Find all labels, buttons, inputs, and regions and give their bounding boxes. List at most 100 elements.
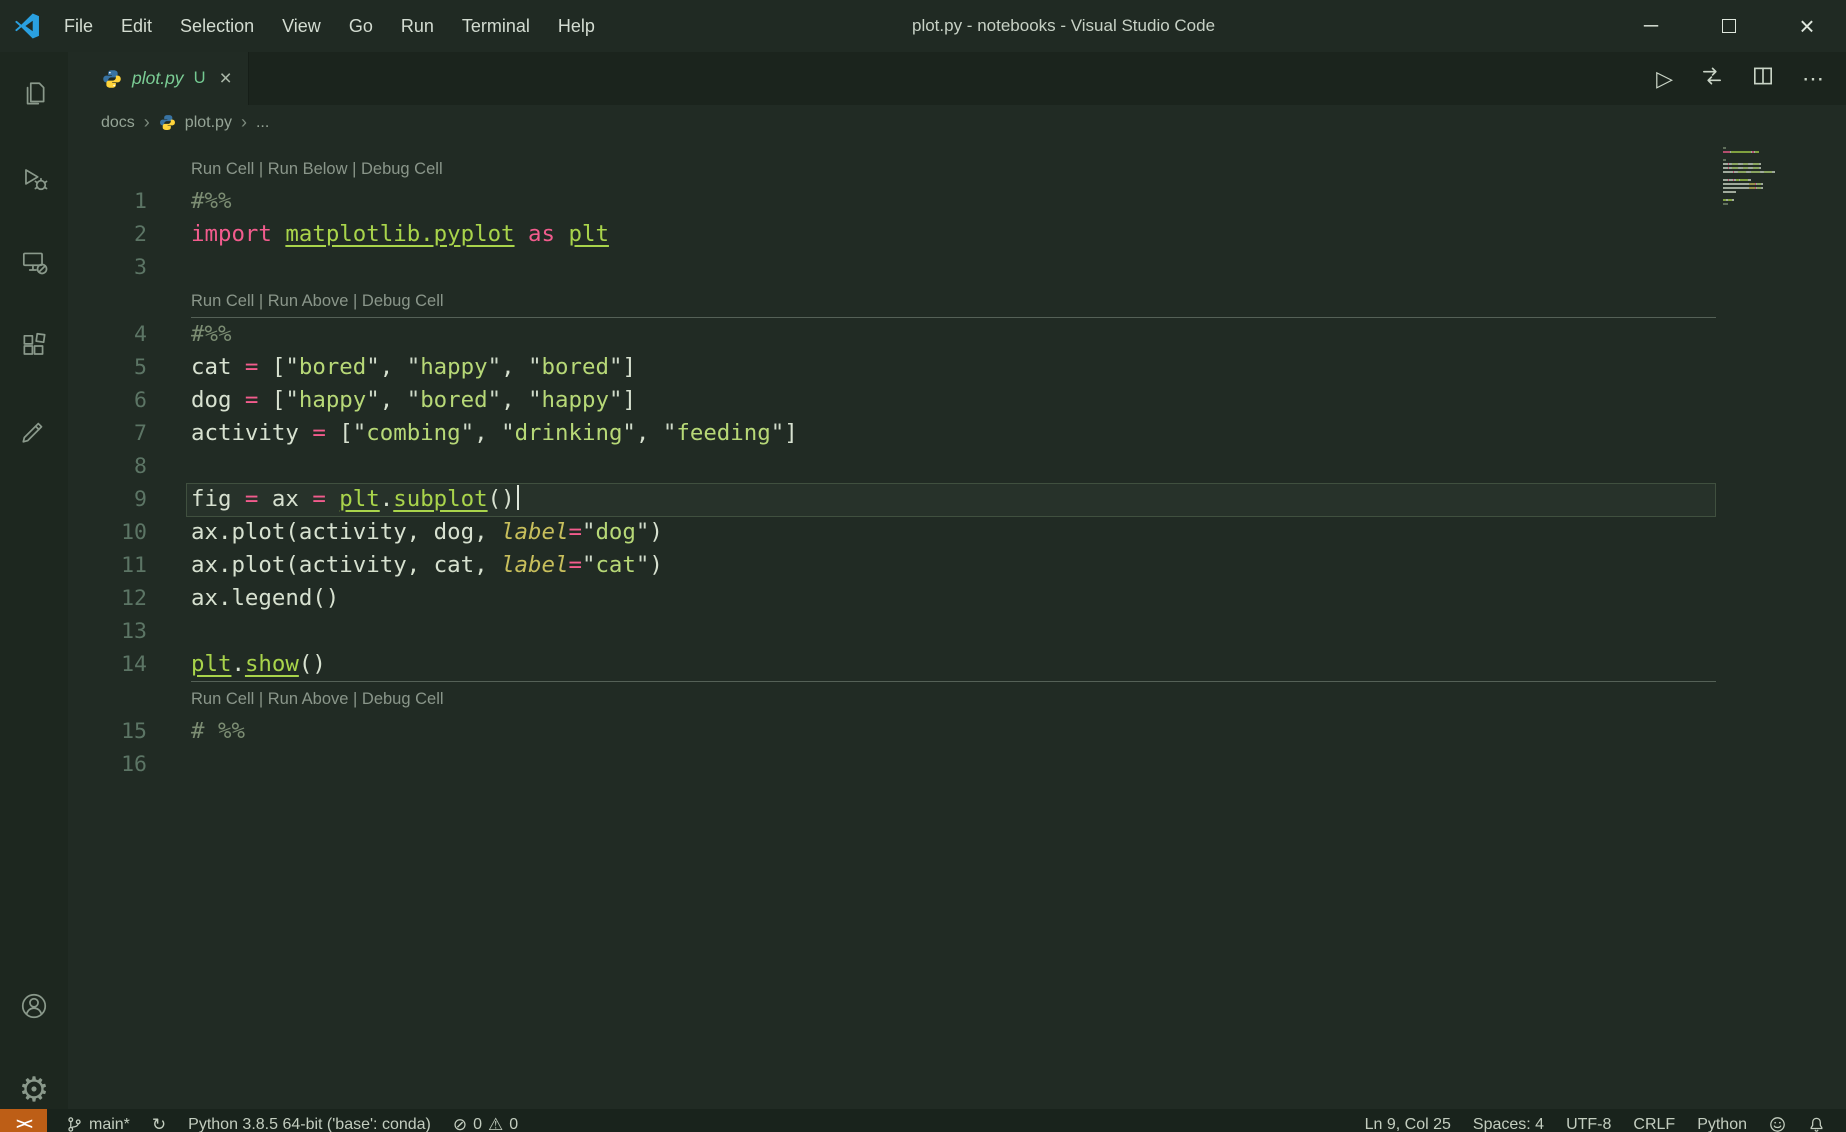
code-line[interactable]: 8 <box>68 450 1846 483</box>
code-line[interactable]: 10ax.plot(activity, dog, label="dog") <box>68 516 1846 549</box>
code-token: " <box>501 420 514 446</box>
more-actions-icon[interactable]: ⋯ <box>1802 68 1824 90</box>
minimize-button[interactable]: ─ <box>1612 0 1690 52</box>
problems-indicator[interactable]: ⊘ 0 ⚠ 0 <box>442 1109 529 1132</box>
menu-go[interactable]: Go <box>335 0 387 52</box>
line-number[interactable]: 1 <box>68 185 147 218</box>
extensions-icon <box>19 331 49 361</box>
code-line[interactable]: 1#%% <box>68 185 1846 218</box>
code-token: " <box>488 354 501 380</box>
language-mode[interactable]: Python <box>1686 1109 1758 1132</box>
menu-edit[interactable]: Edit <box>107 0 166 52</box>
line-number[interactable]: 2 <box>68 218 147 251</box>
line-number[interactable]: 16 <box>68 748 147 781</box>
split-editor-icon[interactable] <box>1751 64 1775 93</box>
bell-icon <box>1808 1116 1825 1132</box>
code-line[interactable]: 5cat = ["bored", "happy", "bored"] <box>68 351 1846 384</box>
activity-remote-explorer[interactable] <box>0 220 68 304</box>
encoding[interactable]: UTF-8 <box>1555 1109 1622 1132</box>
indentation[interactable]: Spaces: 4 <box>1462 1109 1555 1132</box>
code-line[interactable]: 12ax.legend() <box>68 582 1846 615</box>
editor-actions: ▷ ⋯ <box>1656 64 1846 93</box>
breadcrumb-symbol[interactable]: ... <box>256 114 269 132</box>
minimap[interactable] <box>1723 147 1813 211</box>
open-changes-icon[interactable] <box>1700 64 1724 93</box>
tab-close-icon[interactable]: × <box>219 68 231 89</box>
code-line[interactable]: 9fig = ax = plt.subplot() <box>68 483 1846 516</box>
status-bar: >< main* ↻ Python 3.8.5 64-bit ('base': … <box>0 1109 1846 1132</box>
run-file-icon[interactable]: ▷ <box>1656 68 1673 90</box>
code-token: combing <box>366 420 460 446</box>
code-line[interactable]: 14plt.show() <box>68 648 1846 681</box>
line-content: cat = ["bored", "happy", "bored"] <box>147 351 636 384</box>
cursor-position[interactable]: Ln 9, Col 25 <box>1354 1109 1462 1132</box>
code-line[interactable]: 6dog = ["happy", "bored", "happy"] <box>68 384 1846 417</box>
line-number[interactable]: 3 <box>68 251 147 284</box>
minimap-line <box>1723 159 1813 161</box>
close-button[interactable]: × <box>1768 0 1846 52</box>
line-number[interactable]: 15 <box>68 715 147 748</box>
menu-terminal[interactable]: Terminal <box>448 0 544 52</box>
code-line[interactable]: 4 #%% <box>68 318 1846 351</box>
code-line[interactable]: 13 <box>68 615 1846 648</box>
activity-account[interactable] <box>0 964 68 1048</box>
line-content: dog = ["happy", "bored", "happy"] <box>147 384 636 417</box>
code-token: = <box>245 387 258 413</box>
code-line[interactable]: 16 <box>68 748 1846 781</box>
line-number[interactable]: 13 <box>68 615 147 648</box>
line-number[interactable]: 5 <box>68 351 147 384</box>
menu-run[interactable]: Run <box>387 0 448 52</box>
codelens-actions[interactable]: Run Cell | Run Below | Debug Cell <box>191 152 1846 185</box>
code-token: # %% <box>191 718 245 744</box>
python-interpreter[interactable]: Python 3.8.5 64-bit ('base': conda) <box>177 1109 442 1132</box>
code-line[interactable]: 3 <box>68 251 1846 284</box>
breadcrumb-file[interactable]: plot.py <box>185 114 232 132</box>
git-branch[interactable]: main* <box>55 1109 141 1132</box>
code-token: ) <box>649 552 662 578</box>
line-number[interactable]: 4 <box>68 318 147 351</box>
code-line[interactable]: 7activity = ["combing", "drinking", "fee… <box>68 417 1846 450</box>
notifications-button[interactable] <box>1797 1109 1836 1132</box>
code-line[interactable]: 11ax.plot(activity, cat, label="cat") <box>68 549 1846 582</box>
line-content <box>147 450 191 483</box>
code-token: = <box>568 519 581 545</box>
line-number[interactable]: 6 <box>68 384 147 417</box>
activity-run-debug[interactable] <box>0 136 68 220</box>
code-line[interactable]: 2import matplotlib.pyplot as plt <box>68 218 1846 251</box>
codelens-actions[interactable]: Run Cell | Run Above | Debug Cell <box>191 682 1846 715</box>
code-token: #%% <box>191 321 231 347</box>
remote-indicator[interactable]: >< <box>0 1109 47 1132</box>
code-token: plt <box>339 486 379 512</box>
activity-extensions[interactable] <box>0 304 68 388</box>
line-number[interactable]: 14 <box>68 648 147 681</box>
line-number[interactable]: 8 <box>68 450 147 483</box>
menu-file[interactable]: File <box>50 0 107 52</box>
feedback-button[interactable] <box>1758 1109 1797 1132</box>
line-number[interactable]: 12 <box>68 582 147 615</box>
activity-extra-tool[interactable] <box>0 388 68 472</box>
minimap-line <box>1723 195 1813 197</box>
breadcrumb-folder[interactable]: docs <box>101 114 135 132</box>
line-number[interactable]: 10 <box>68 516 147 549</box>
maximize-button[interactable] <box>1690 0 1768 52</box>
line-number[interactable]: 11 <box>68 549 147 582</box>
code-token: , <box>636 420 663 446</box>
menu-selection[interactable]: Selection <box>166 0 268 52</box>
menu-view[interactable]: View <box>268 0 335 52</box>
breadcrumb: docs › plot.py › ... <box>68 105 1846 140</box>
sync-button[interactable]: ↻ <box>141 1109 177 1132</box>
vscode-logo-icon[interactable] <box>14 13 40 39</box>
menu-help[interactable]: Help <box>544 0 609 52</box>
line-number[interactable]: 7 <box>68 417 147 450</box>
tab-plot-py[interactable]: plot.py U × <box>68 52 249 105</box>
editor[interactable]: Run Cell | Run Below | Debug Cell1#%%2im… <box>68 140 1846 1132</box>
line-number[interactable]: 9 <box>68 483 147 516</box>
codelens-actions[interactable]: Run Cell | Run Above | Debug Cell <box>191 284 1846 317</box>
code-token: . <box>380 486 393 512</box>
line-content <box>147 748 191 781</box>
minimap-line <box>1723 167 1813 169</box>
branch-name: main* <box>89 1116 130 1132</box>
eol-sequence[interactable]: CRLF <box>1622 1109 1686 1132</box>
code-line[interactable]: 15 # %% <box>68 715 1846 748</box>
activity-explorer[interactable] <box>0 52 68 136</box>
